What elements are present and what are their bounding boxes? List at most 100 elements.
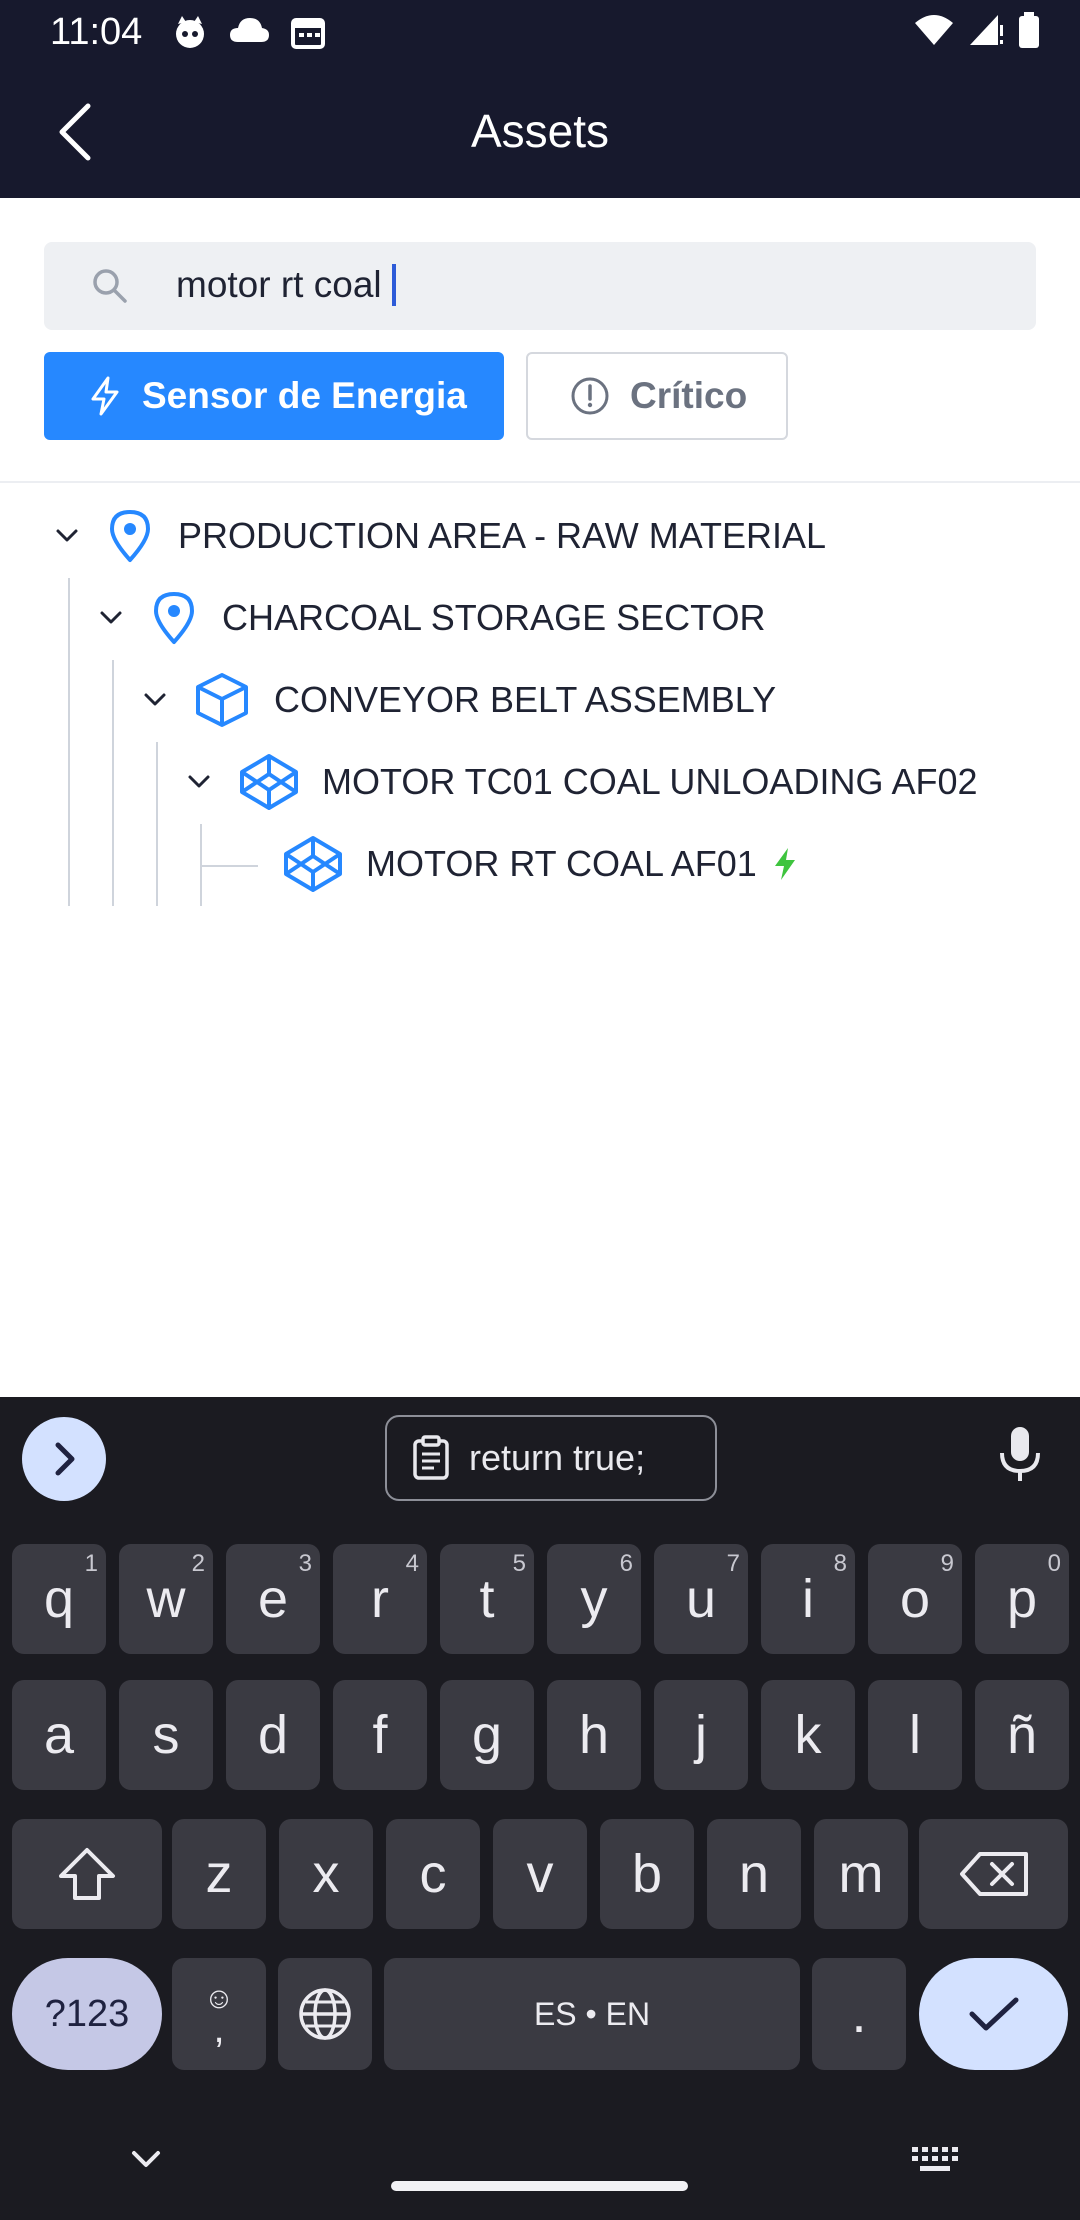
key-w[interactable]: w2 [119,1544,213,1654]
tree-item[interactable]: CONVEYOR BELT ASSEMBLY [138,665,776,735]
key-label: c [419,1844,447,1904]
page-title: Assets [470,105,610,157]
shift-icon [59,1848,115,1900]
keyboard-icon [912,2147,958,2171]
key-l[interactable]: l [868,1680,962,1790]
key-z[interactable]: z [172,1819,266,1929]
cat-app-icon [176,16,204,48]
key-r[interactable]: r4 [333,1544,427,1654]
tree-item-label: PRODUCTION AREA - RAW MATERIAL [178,515,827,556]
keyboard-switch-button[interactable] [910,2145,960,2180]
key-g[interactable]: g [440,1680,534,1790]
key-f[interactable]: f [333,1680,427,1790]
key-ñ[interactable]: ñ [975,1680,1069,1790]
key-label: z [205,1844,233,1904]
key-b[interactable]: b [600,1819,694,1929]
space-key[interactable]: ES • EN [384,1958,800,2070]
language-key[interactable] [278,1958,372,2070]
key-u[interactable]: u7 [654,1544,748,1654]
filter-critical-label: Crítico [630,375,748,416]
chevron-down-icon[interactable] [138,683,172,717]
status-bar: 11:04 [0,0,1080,66]
chevron-right-icon [55,1442,75,1476]
signal-icon [970,15,1003,45]
key-label: d [257,1705,289,1765]
chevron-down-icon[interactable] [50,519,84,553]
key-v[interactable]: v [493,1819,587,1929]
calendar-icon [291,18,325,49]
filter-energy-sensor-button[interactable]: Sensor de Energia [44,352,504,440]
key-label: t [479,1569,495,1629]
clipboard-suggestion-chip[interactable]: return true; [385,1415,717,1501]
key-label: r [371,1569,389,1629]
tree-item[interactable]: CHARCOAL STORAGE SECTOR [94,583,765,653]
key-hint: 3 [298,1550,312,1577]
key-label: o [899,1569,931,1629]
voice-input-button[interactable] [998,1425,1042,1490]
key-j[interactable]: j [654,1680,748,1790]
key-label: u [685,1569,717,1629]
period-key[interactable]: . [812,1958,906,2070]
shift-key[interactable] [12,1819,162,1929]
tree-guide-line [200,865,258,867]
status-time: 11:04 [50,11,143,53]
globe-icon [299,1988,351,2040]
chevron-down-icon[interactable] [94,601,128,635]
enter-key[interactable] [919,1958,1068,2070]
symbols-key[interactable]: ?123 [12,1958,162,2070]
key-label: m [838,1844,884,1904]
chevron-down-icon[interactable] [182,765,216,799]
location-pin-icon [110,510,150,562]
tree-item[interactable]: MOTOR RT COAL AF01 [282,829,799,899]
key-label: q [43,1569,75,1629]
key-c[interactable]: c [386,1819,480,1929]
key-i[interactable]: i8 [761,1544,855,1654]
emoji-comma-key[interactable]: ☺ , [172,1958,266,2070]
key-label: s [152,1705,180,1765]
key-hint: 2 [191,1550,205,1577]
key-q[interactable]: q1 [12,1544,106,1654]
search-input[interactable]: motor rt coal [44,242,1036,330]
tree-item[interactable]: PRODUCTION AREA - RAW MATERIAL [50,501,826,571]
key-label: n [738,1844,770,1904]
key-d[interactable]: d [226,1680,320,1790]
key-label: v [526,1844,554,1904]
filter-critical-button[interactable]: Crítico [526,352,788,440]
tree-item[interactable]: MOTOR TC01 COAL UNLOADING AF02 [182,747,978,817]
battery-icon [1019,12,1039,48]
key-y[interactable]: y6 [547,1544,641,1654]
key-h[interactable]: h [547,1680,641,1790]
cloud-icon [230,18,269,42]
key-p[interactable]: p0 [975,1544,1069,1654]
key-label: k [794,1705,822,1765]
key-n[interactable]: n [707,1819,801,1929]
home-gesture-bar[interactable] [391,2181,688,2191]
cube-icon [196,673,248,727]
key-label: f [372,1705,388,1765]
on-screen-keyboard: return true; ?123 ☺ , ES • EN . q1w2e3r4… [0,1397,1080,2220]
key-label: ñ [1006,1705,1038,1765]
key-t[interactable]: t5 [440,1544,534,1654]
divider [0,481,1080,483]
keyboard-toolbar-toggle[interactable] [22,1417,106,1501]
location-pin-icon [154,592,194,644]
key-x[interactable]: x [279,1819,373,1929]
tree-item-label: MOTOR TC01 COAL UNLOADING AF02 [322,761,978,802]
chevron-down-icon [132,2151,160,2167]
key-e[interactable]: e3 [226,1544,320,1654]
backspace-icon [959,1852,1028,1896]
hide-keyboard-button[interactable] [120,2143,172,2184]
key-m[interactable]: m [814,1819,908,1929]
key-k[interactable]: k [761,1680,855,1790]
key-o[interactable]: o9 [868,1544,962,1654]
key-a[interactable]: a [12,1680,106,1790]
key-s[interactable]: s [119,1680,213,1790]
app-bar: Assets [0,66,1080,198]
key-label: x [312,1844,340,1904]
key-label: y [580,1569,608,1629]
wifi-icon [915,15,953,45]
tree-guide-line [156,742,158,906]
key-label: g [471,1705,503,1765]
backspace-key[interactable] [919,1819,1068,1929]
key-hint: 6 [619,1550,633,1577]
